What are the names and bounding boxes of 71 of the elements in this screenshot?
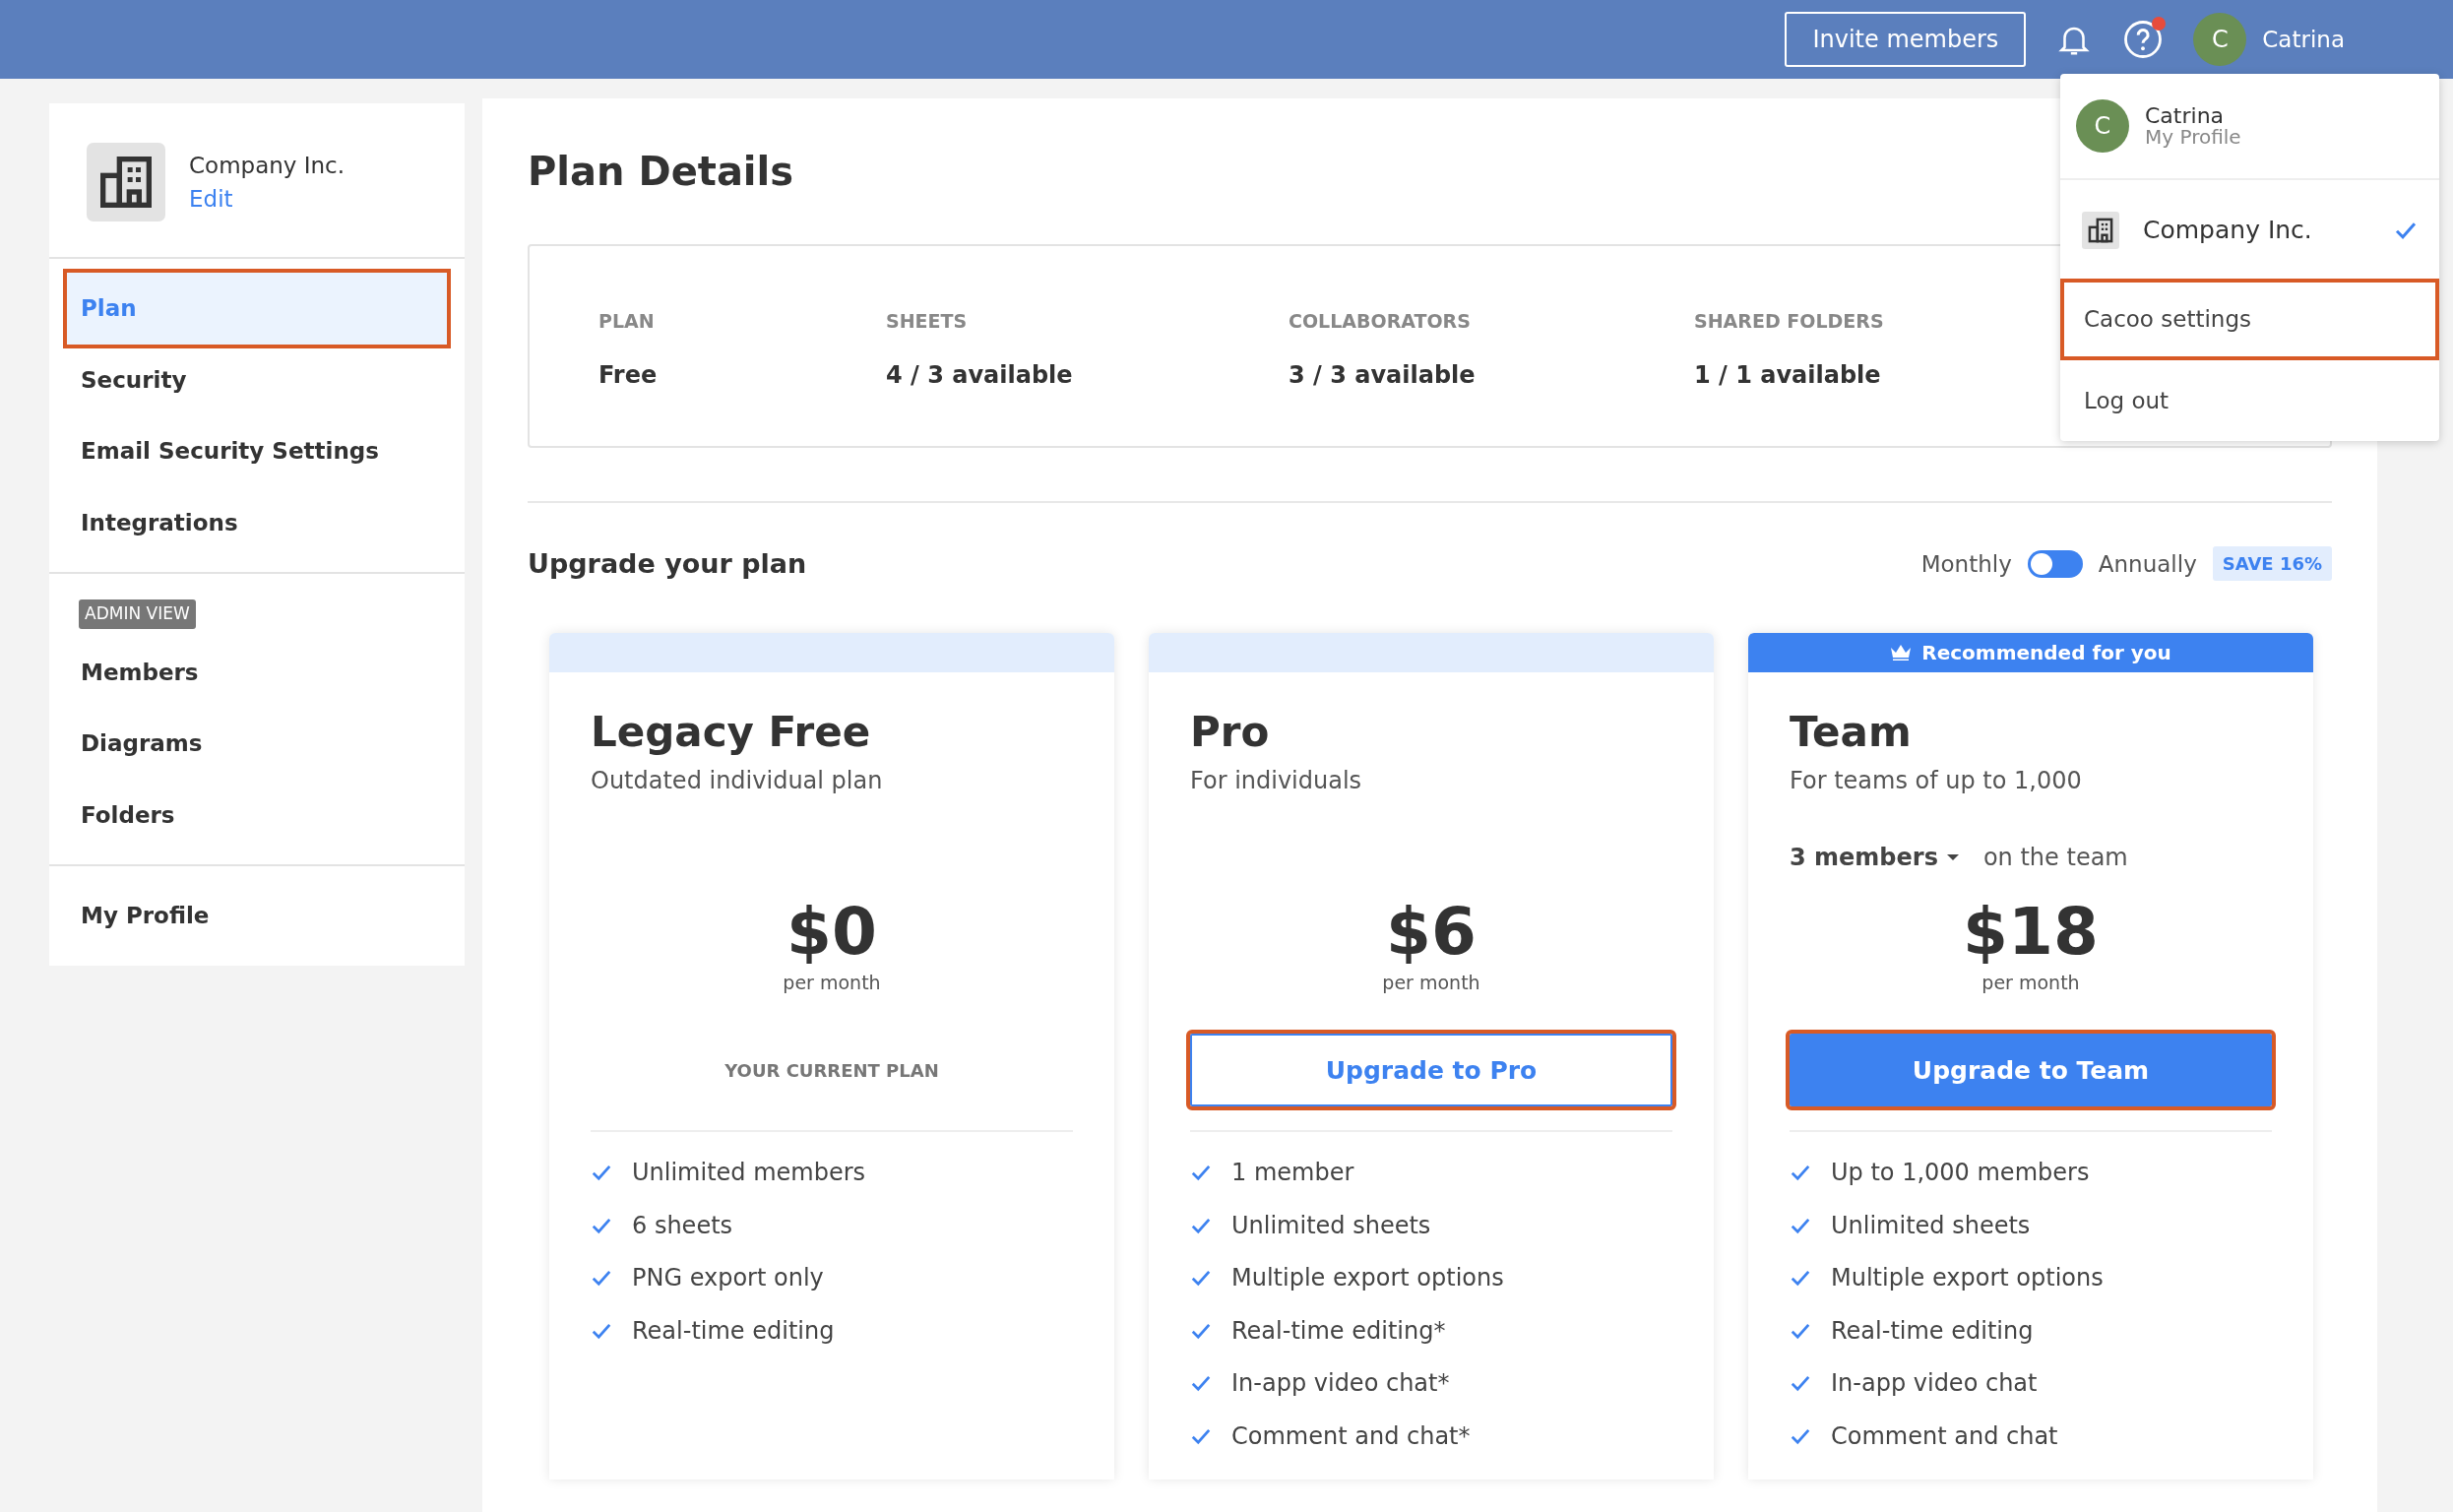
sidebar-item[interactable]: Integrations bbox=[67, 486, 447, 558]
feature-text: Real-time editing bbox=[1831, 1315, 2034, 1347]
feature-text: Multiple export options bbox=[1831, 1263, 2104, 1294]
edit-link[interactable]: Edit bbox=[189, 182, 233, 217]
plan-name: Legacy Free bbox=[591, 708, 872, 758]
billing-toggle[interactable] bbox=[2027, 549, 2083, 578]
caret-icon bbox=[1945, 853, 1960, 862]
price: $6 bbox=[1385, 897, 1478, 969]
plan-subtitle: For teams of up to 1,000 bbox=[1790, 766, 2083, 797]
feature-text: Real-time editing bbox=[632, 1315, 835, 1347]
plan-subtitle: For individuals bbox=[1190, 766, 1363, 797]
sidebar-item[interactable]: My Profile bbox=[67, 880, 447, 952]
feature-text: Comment and chat bbox=[1831, 1420, 2058, 1452]
sidebar-item[interactable]: Members bbox=[67, 636, 447, 708]
price: $0 bbox=[786, 897, 878, 969]
workspace-name: Company Inc. bbox=[2143, 215, 2313, 247]
feature-text: 1 member bbox=[1231, 1158, 1354, 1189]
price: $18 bbox=[1962, 897, 2100, 969]
organization-name: Company Inc. bbox=[189, 151, 346, 180]
stat-value: Free bbox=[598, 359, 658, 391]
feature-text: Up to 1,000 members bbox=[1831, 1158, 2090, 1189]
building-icon bbox=[87, 143, 165, 221]
members-suffix: on the team bbox=[1982, 843, 2128, 874]
sidebar-item[interactable]: Diagrams bbox=[67, 708, 447, 780]
user-name[interactable]: Catrina bbox=[2262, 22, 2345, 57]
plan-name: Pro bbox=[1190, 708, 1271, 758]
stat-label: SHEETS bbox=[886, 309, 968, 334]
current-plan-label: YOUR CURRENT PLAN bbox=[724, 1059, 939, 1083]
feature-text: Real-time editing* bbox=[1231, 1315, 1446, 1347]
stat-label: COLLABORATORS bbox=[1289, 309, 1471, 334]
price-period: per month bbox=[1381, 971, 1481, 995]
user-avatar[interactable]: C bbox=[2193, 13, 2247, 66]
user-avatar: C bbox=[2076, 99, 2129, 153]
profile-link[interactable]: My Profile bbox=[2145, 127, 2241, 149]
menu-item[interactable]: Log out bbox=[2060, 359, 2439, 441]
feature-text: Unlimited sheets bbox=[1231, 1210, 1431, 1241]
page-title: Plan Details bbox=[528, 148, 795, 195]
stat-label: PLAN bbox=[598, 309, 655, 334]
members-dropdown[interactable]: 3 members bbox=[1790, 840, 1960, 876]
plan-subtitle: Outdated individual plan bbox=[591, 766, 884, 797]
stat-value: 3 / 3 available bbox=[1289, 359, 1476, 391]
feature-text: 6 sheets bbox=[632, 1210, 733, 1241]
annually-label: Annually bbox=[2098, 549, 2197, 579]
plan-name: Team bbox=[1790, 708, 1913, 758]
sidebar-item[interactable]: Security bbox=[67, 344, 447, 415]
stat-value: 4 / 3 available bbox=[886, 359, 1073, 391]
feature-text: Unlimited sheets bbox=[1831, 1210, 2031, 1241]
profile-name[interactable]: Catrina bbox=[2145, 103, 2241, 128]
menu-item[interactable]: Cacoo settings bbox=[2060, 279, 2439, 360]
monthly-label: Monthly bbox=[1920, 549, 2012, 579]
crown-icon bbox=[1890, 644, 1913, 662]
price-period: per month bbox=[1981, 971, 2081, 995]
feature-text: In-app video chat bbox=[1831, 1368, 2038, 1400]
sidebar-item[interactable]: Email Security Settings bbox=[67, 415, 447, 487]
feature-text: Comment and chat* bbox=[1231, 1420, 1471, 1452]
feature-text: Unlimited members bbox=[632, 1158, 866, 1189]
stat-value: 1 / 1 available bbox=[1694, 359, 1881, 391]
feature-text: PNG export only bbox=[632, 1263, 824, 1294]
price-period: per month bbox=[782, 971, 882, 995]
save-badge: SAVE 16% bbox=[2212, 546, 2332, 582]
help-icon[interactable] bbox=[2122, 19, 2165, 60]
stat-label: SHARED FOLDERS bbox=[1694, 309, 1884, 334]
workspace-item[interactable]: Company Inc. bbox=[2060, 180, 2439, 279]
invite-members-button[interactable]: Invite members bbox=[1785, 12, 2027, 67]
building-icon bbox=[2082, 212, 2119, 249]
admin-view-badge: ADMIN VIEW bbox=[79, 599, 196, 629]
feature-text: Multiple export options bbox=[1231, 1263, 1504, 1294]
section-title: Upgrade your plan bbox=[528, 546, 807, 581]
sidebar-item[interactable]: Folders bbox=[67, 779, 447, 850]
recommended-label: Recommended for you bbox=[1921, 640, 2171, 666]
feature-text: In-app video chat* bbox=[1231, 1368, 1450, 1400]
